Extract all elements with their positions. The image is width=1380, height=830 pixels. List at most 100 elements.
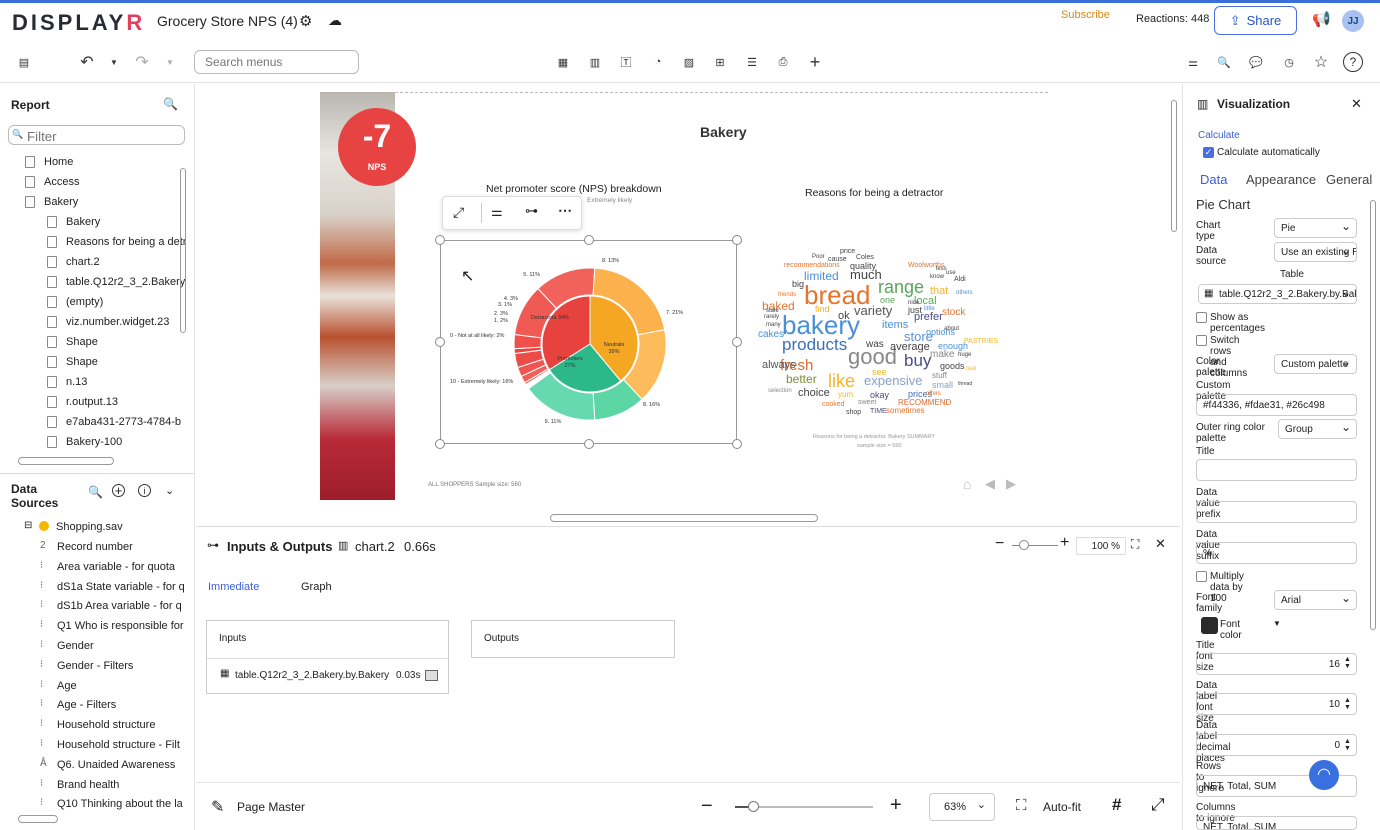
stepper-icon[interactable]: ▲ ▼ [1344, 656, 1351, 670]
auto-fit-icon[interactable]: ⛶ [1016, 797, 1027, 814]
table-select[interactable]: ▦table.Q12r2_3_2.Bakery.by.Bakery [1198, 284, 1357, 304]
wordcloud-word[interactable]: selection [768, 388, 792, 394]
pages-icon[interactable]: ▤ [14, 52, 34, 72]
wordcloud-word[interactable]: Aldi [954, 276, 966, 283]
variable-item[interactable]: ⁝ Gender [0, 637, 185, 657]
variable-item[interactable]: ⁝ Household structure - Filt [0, 736, 185, 756]
page-title[interactable]: Bakery [700, 124, 747, 140]
tab-graph[interactable]: Graph [301, 581, 332, 593]
stepper-icon[interactable]: ▲ ▼ [1344, 738, 1351, 752]
zoom-out-icon[interactable]: − [701, 795, 713, 818]
wordcloud-word[interactable]: rarely [764, 314, 779, 320]
redo-icon[interactable]: ↷ [132, 52, 152, 72]
title-font-input[interactable]: 16 [1196, 653, 1357, 675]
resize-handle[interactable] [732, 235, 742, 245]
wordcloud-word[interactable]: small [932, 381, 953, 390]
properties-icon[interactable]: ⚌ [491, 204, 503, 220]
canvas-scrollbar-v[interactable] [1171, 100, 1177, 232]
report-scrollbar-h[interactable] [18, 457, 114, 465]
grid-icon[interactable]: # [1112, 795, 1121, 815]
undo-dropdown-icon[interactable]: ▼ [104, 52, 124, 72]
decimal-input[interactable]: 0 [1196, 734, 1357, 756]
report-tree-item[interactable]: r.output.13 [0, 393, 185, 413]
title-input[interactable] [1196, 459, 1357, 481]
wordcloud-word[interactable]: was [866, 340, 884, 350]
next-page-icon[interactable]: ▶ [1006, 476, 1016, 492]
wordcloud-word[interactable]: cakes [758, 330, 784, 340]
prefix-input[interactable] [1196, 501, 1357, 523]
wordcloud-word[interactable]: products [782, 336, 847, 353]
cols-ignore-input[interactable]: NET, Total, SUM [1196, 816, 1357, 830]
report-scrollbar-v[interactable] [180, 168, 186, 333]
prev-page-icon[interactable]: ◀ [985, 476, 995, 492]
report-tree-item[interactable]: Shape [0, 333, 185, 353]
variable-item[interactable]: Å Q6. Unaided Awareness [0, 756, 185, 776]
wordcloud-word[interactable]: stuff [932, 372, 947, 380]
variable-item[interactable]: ⁝ Brand health [0, 776, 185, 796]
wordcloud-word[interactable]: shop [846, 409, 861, 416]
report-filter-input[interactable] [8, 125, 185, 145]
report-tree-item[interactable]: chart.2 [0, 253, 185, 273]
document-title[interactable]: Grocery Store NPS (4) [157, 13, 298, 29]
wordcloud-word[interactable]: stock [942, 308, 965, 318]
variable-item[interactable]: ⁝ Area variable - for quota [0, 558, 185, 578]
wordcloud-word[interactable]: stale [766, 308, 779, 314]
wordcloud-word[interactable]: many [766, 322, 781, 328]
font-family-select[interactable]: Arial [1274, 590, 1357, 610]
report-tree-item[interactable]: Bakery [0, 193, 185, 213]
wordcloud-word[interactable]: items [882, 320, 908, 331]
wordcloud-word[interactable]: about [944, 326, 959, 332]
wordcloud-word[interactable]: make [930, 350, 954, 360]
color-palette-select[interactable]: Custom palette [1274, 354, 1357, 374]
wordcloud-word[interactable]: see [872, 368, 887, 377]
resize-handle[interactable] [584, 235, 594, 245]
wordcloud-word[interactable]: better [786, 373, 817, 385]
resize-handle[interactable] [435, 337, 445, 347]
resize-handle[interactable] [435, 439, 445, 449]
add-icon[interactable]: + [805, 52, 825, 72]
wordcloud-word[interactable]: huge [958, 352, 971, 358]
wordcloud-word[interactable]: little [924, 306, 935, 312]
viz-scrollbar[interactable] [1370, 200, 1376, 630]
switch-rows-checkbox[interactable] [1196, 335, 1207, 346]
wordcloud-word[interactable]: yum [838, 391, 853, 399]
ds-scrollbar-h[interactable] [18, 815, 58, 823]
zoom-out-icon[interactable]: − [995, 535, 1004, 553]
wordcloud-word[interactable]: others [956, 290, 973, 296]
wordcloud-word[interactable]: real [966, 366, 976, 372]
report-tree-item[interactable]: Bakery-100 [0, 433, 185, 453]
collapse-icon[interactable]: ⊟ [24, 520, 32, 531]
search-icon[interactable]: 🔍 [1214, 52, 1234, 72]
wordcloud-word[interactable]: Coles [856, 254, 874, 261]
table-icon[interactable]: ▦ [553, 52, 573, 72]
report-tree-item[interactable]: table.Q12r2_3_2.Bakery.by.Bakery [0, 273, 185, 293]
suffix-input[interactable]: % [1196, 542, 1357, 564]
controls-icon[interactable]: ☰ [742, 52, 762, 72]
report-tree-item[interactable]: Access [0, 173, 185, 193]
wordcloud-word[interactable]: cause [828, 256, 847, 263]
datasource-file[interactable]: ⊟ Shopping.sav [24, 520, 184, 536]
variable-item[interactable]: ⁝ Gender - Filters [0, 657, 185, 677]
wordcloud-word[interactable]: limited [804, 270, 839, 282]
wordcloud-word[interactable]: quality [850, 262, 876, 271]
chat-support-icon[interactable]: ◠ [1309, 760, 1339, 790]
auto-fit-button[interactable]: Auto-fit [1043, 800, 1081, 814]
print-icon[interactable]: ⎙ [773, 52, 793, 72]
zoom-in-icon[interactable]: + [890, 794, 902, 817]
megaphone-icon[interactable]: 📢 [1312, 10, 1331, 28]
close-icon[interactable]: ✕ [1155, 536, 1166, 552]
page-master-button[interactable]: Page Master [237, 800, 305, 814]
text-box-icon[interactable]: 🅃 [616, 52, 636, 72]
data-source-select[interactable]: Use an existing R Output [1274, 242, 1357, 262]
wordcloud-word[interactable]: PASTRIES [964, 338, 998, 345]
subscribe-link[interactable]: Subscribe [1061, 9, 1110, 21]
cloud-icon[interactable]: ☁ [328, 12, 342, 29]
stepper-icon[interactable]: ▲ ▼ [1344, 697, 1351, 711]
wordcloud-word[interactable]: big [792, 280, 804, 289]
wordcloud-word[interactable]: TIME [870, 408, 887, 415]
home-icon[interactable]: ⌂ [963, 476, 971, 492]
wordcloud-word[interactable]: friends [778, 292, 796, 298]
wordcloud-word[interactable]: Poor [812, 254, 825, 260]
report-tree-item[interactable]: Bakery [0, 213, 185, 233]
page-master-icon[interactable]: ✎ [211, 797, 224, 817]
